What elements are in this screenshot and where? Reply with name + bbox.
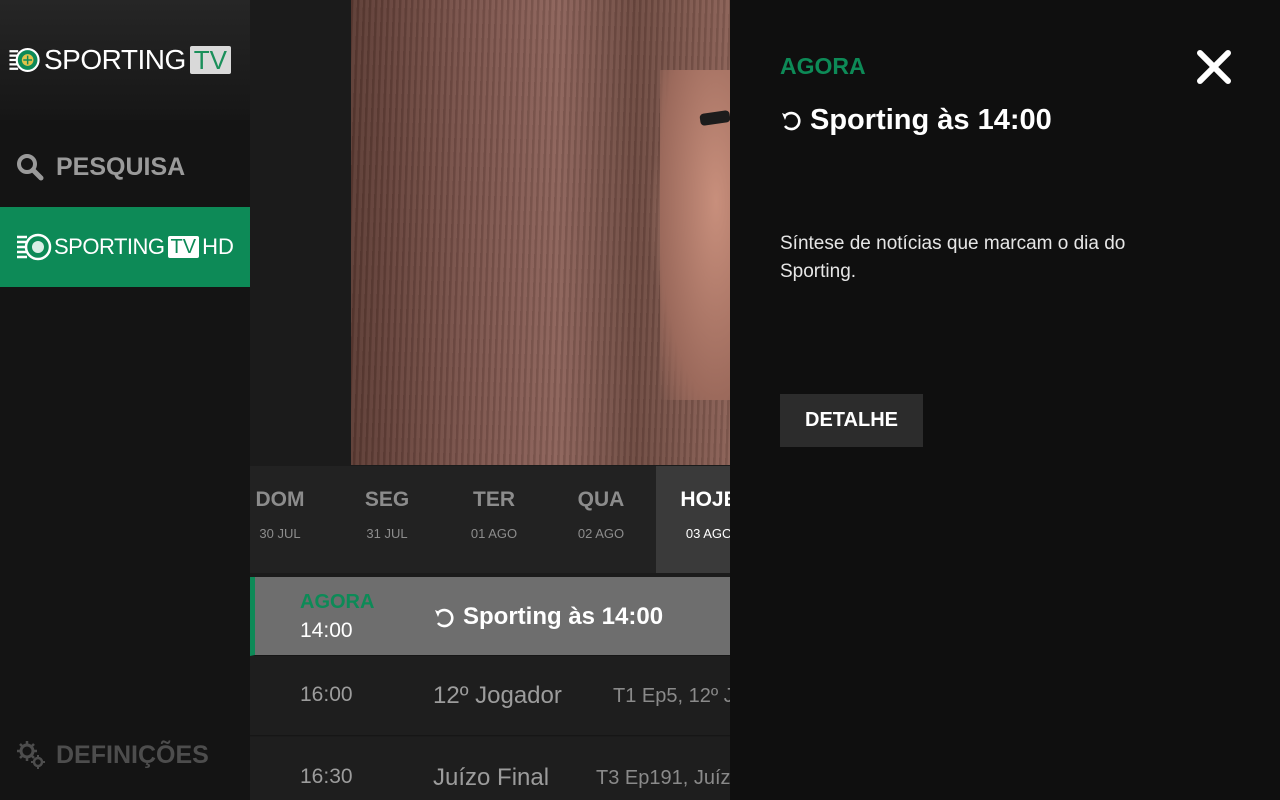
video-preview[interactable] [351, 0, 730, 465]
schedule-row[interactable]: 16:30 Juízo Final T3 Ep191, Juíz [250, 737, 730, 800]
sporting-tv-logo: SPORTING TV [8, 42, 231, 78]
day-name: SEG [364, 488, 410, 511]
program-title-wrap: Sporting às 14:00 [433, 603, 663, 631]
day-tab[interactable]: SEG 31 JUL [337, 466, 437, 573]
sidebar: SPORTING TV PESQUISA SPORTING TV HD DEFI… [0, 0, 250, 800]
detail-title: Sporting às 14:00 [810, 104, 1052, 136]
nav-settings[interactable]: DEFINIÇÕES [0, 735, 250, 775]
nav-settings-label: DEFINIÇÕES [56, 740, 209, 769]
day-date: 31 JUL [366, 526, 408, 541]
day-tab-today[interactable]: HOJE 03 AGO [656, 466, 730, 573]
program-title: 12º Jogador [433, 682, 562, 709]
now-badge: AGORA [300, 591, 375, 613]
detail-now-label: AGORA [780, 53, 866, 79]
schedule-row[interactable]: 16:00 12º Jogador T1 Ep5, 12º J [250, 656, 730, 736]
day-name: DOM [255, 488, 305, 511]
day-date: 03 AGO [685, 526, 730, 541]
day-tab[interactable]: DOM 30 JUL [250, 466, 330, 573]
sporting-crest-icon [17, 233, 52, 261]
program-detail-panel: AGORA Sporting às 14:00 Síntese de notíc… [730, 0, 1280, 800]
nav-search[interactable]: PESQUISA [0, 145, 250, 189]
program-episode: T3 Ep191, Juíz [596, 767, 730, 789]
program-time: 14:00 [300, 619, 353, 642]
gear-icon [17, 741, 45, 769]
nav-channel-sporting-tv-hd[interactable]: SPORTING TV HD [0, 207, 250, 287]
program-time: 16:00 [300, 683, 353, 706]
day-selector: DOM 30 JUL SEG 31 JUL TER 01 AGO QUA 02 … [250, 466, 730, 573]
close-icon[interactable] [1194, 47, 1234, 87]
detail-title-wrap: Sporting às 14:00 [780, 104, 1052, 137]
channel-hd: HD [202, 234, 234, 259]
schedule-row-current[interactable]: AGORA 14:00 Sporting às 14:00 [250, 577, 730, 656]
detail-description: Síntese de notícias que marcam o dia do … [780, 233, 1126, 282]
logo-tv: TV [189, 46, 231, 74]
channel-tv: TV [167, 236, 200, 258]
day-tab[interactable]: TER 01 AGO [444, 466, 544, 573]
program-episode: T1 Ep5, 12º J [613, 685, 730, 707]
program-time: 16:30 [300, 765, 353, 788]
replay-icon [782, 112, 801, 131]
program-title: Sporting às 14:00 [463, 603, 664, 630]
day-name: HOJE [680, 488, 730, 511]
epg-column: DOM 30 JUL SEG 31 JUL TER 01 AGO QUA 02 … [250, 0, 730, 800]
nav-search-label: PESQUISA [56, 152, 186, 181]
sporting-crest-icon [9, 48, 40, 72]
day-date: 30 JUL [259, 526, 301, 541]
detail-button[interactable]: DETALHE [780, 394, 923, 447]
day-name: TER [473, 488, 515, 511]
logo-word: SPORTING [44, 44, 186, 75]
replay-icon [435, 608, 454, 627]
program-title: Juízo Final [433, 764, 550, 791]
day-date: 01 AGO [470, 526, 518, 541]
day-tab[interactable]: QUA 02 AGO [551, 466, 651, 573]
day-date: 02 AGO [577, 526, 625, 541]
search-icon [17, 154, 44, 181]
channel-word: SPORTING [54, 234, 165, 259]
day-name: QUA [577, 488, 625, 511]
